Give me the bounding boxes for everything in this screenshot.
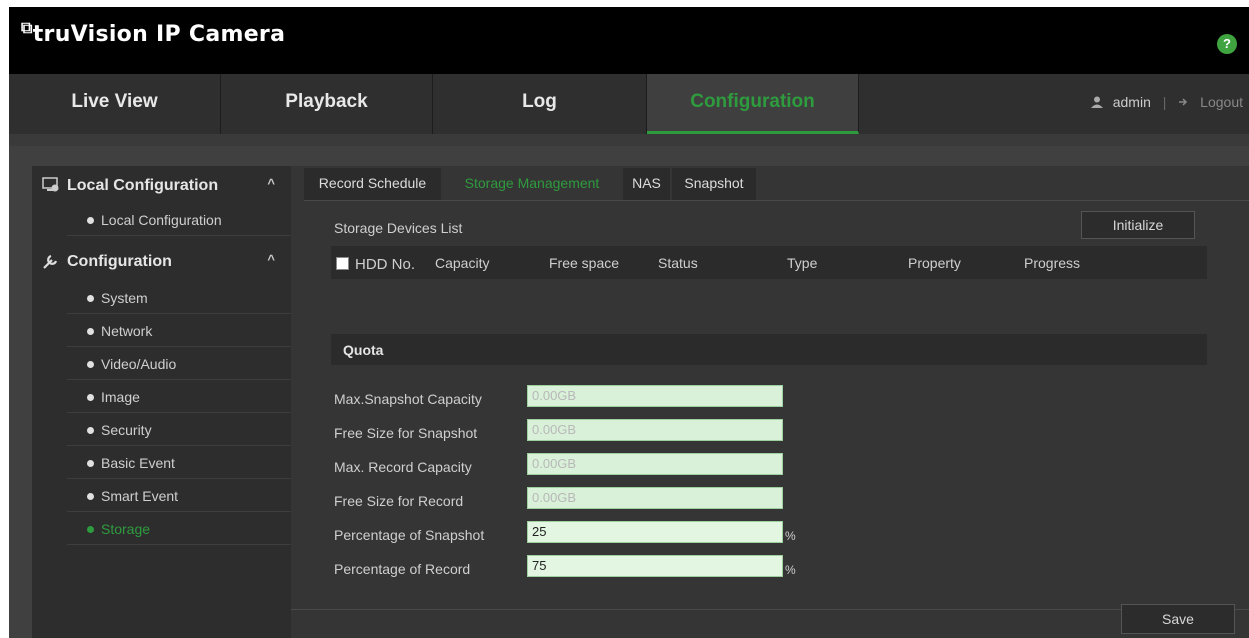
select-all-checkbox[interactable]	[336, 257, 349, 270]
user-icon	[1090, 96, 1103, 108]
bullet-icon	[87, 361, 94, 368]
collapse-caret-icon[interactable]: ^	[267, 176, 275, 191]
sidebar-section-configuration[interactable]: Configuration ^	[32, 242, 291, 280]
user-separator: |	[1162, 94, 1167, 110]
nav-tab-configuration[interactable]: Configuration	[647, 74, 859, 134]
max-record-capacity-field: 0.00GB	[527, 453, 783, 475]
top-header: ⧉truVision IP Camera ?	[9, 7, 1249, 74]
sidebar-item-label: Storage	[101, 521, 151, 537]
collapse-caret-icon[interactable]: ^	[267, 252, 275, 267]
sidebar-item-storage[interactable]: Storage	[67, 513, 291, 545]
bullet-icon	[87, 217, 94, 224]
max-snapshot-capacity-field: 0.00GB	[527, 385, 783, 407]
col-progress: Progress	[1024, 255, 1081, 271]
free-size-snapshot-label: Free Size for Snapshot	[334, 425, 478, 441]
brand-logo: ⧉truVision IP Camera	[21, 18, 286, 47]
storage-table-header: HDD No. Capacity Free space Status Type …	[331, 246, 1207, 279]
sidebar-item-system[interactable]: System	[67, 282, 291, 314]
percentage-record-input[interactable]: 75	[527, 555, 783, 577]
nav-tab-log[interactable]: Log	[433, 74, 647, 134]
sidebar-section-label: Local Configuration	[67, 177, 219, 194]
logout-link[interactable]: Logout	[1200, 94, 1243, 110]
tab-storage-management[interactable]: Storage Management	[443, 168, 621, 200]
bullet-icon	[87, 295, 94, 302]
bullet-icon	[87, 394, 94, 401]
initialize-button[interactable]: Initialize	[1081, 211, 1195, 239]
brand-logo-mark: ⧉	[21, 18, 33, 37]
main-nav: Live View Playback Log Configuration adm…	[9, 74, 1249, 134]
sidebar-item-network[interactable]: Network	[67, 315, 291, 347]
sidebar-item-label: Image	[101, 389, 140, 405]
col-type: Type	[787, 255, 818, 271]
free-size-record-label: Free Size for Record	[334, 493, 464, 509]
tab-snapshot[interactable]: Snapshot	[672, 168, 756, 200]
quota-title: Quota	[343, 342, 384, 358]
max-snapshot-capacity-label: Max.Snapshot Capacity	[334, 391, 482, 407]
sidebar-item-label: Security	[101, 422, 152, 438]
sidebar-item-label: Local Configuration	[101, 212, 222, 228]
free-size-snapshot-field: 0.00GB	[527, 419, 783, 441]
save-button[interactable]: Save	[1121, 604, 1235, 634]
user-area: admin | Logout	[1090, 94, 1243, 110]
quota-section-header: Quota	[331, 334, 1207, 365]
bullet-icon	[87, 328, 94, 335]
sidebar-item-video-audio[interactable]: Video/Audio	[67, 348, 291, 380]
wrench-icon	[43, 254, 58, 269]
percentage-record-label: Percentage of Record	[334, 561, 471, 577]
monitor-gear-icon	[42, 177, 59, 192]
sidebar-item-label: System	[101, 290, 148, 306]
col-free-space: Free space	[549, 255, 620, 271]
storage-devices-title: Storage Devices List	[334, 220, 463, 236]
percentage-snapshot-label: Percentage of Snapshot	[334, 527, 485, 543]
sidebar-item-label: Smart Event	[101, 488, 179, 504]
sidebar-item-local-configuration[interactable]: Local Configuration	[67, 204, 291, 236]
sidebar-item-label: Network	[101, 323, 153, 339]
header-strip	[9, 134, 1249, 146]
sidebar-item-basic-event[interactable]: Basic Event	[67, 447, 291, 479]
bullet-icon	[87, 493, 94, 500]
percentage-record-unit: %	[785, 563, 796, 577]
tab-record-schedule[interactable]: Record Schedule	[304, 168, 441, 200]
sidebar-item-label: Video/Audio	[101, 356, 177, 372]
tab-divider	[304, 200, 1249, 201]
max-record-capacity-label: Max. Record Capacity	[334, 459, 472, 475]
percentage-snapshot-unit: %	[785, 529, 796, 543]
content-divider	[291, 609, 1249, 610]
sidebar-item-smart-event[interactable]: Smart Event	[67, 480, 291, 512]
sidebar-section-label: Configuration	[67, 253, 172, 270]
col-capacity: Capacity	[435, 255, 490, 271]
username: admin	[1112, 94, 1151, 110]
brand-name: truVision IP Camera	[32, 22, 286, 47]
bullet-icon	[87, 460, 94, 467]
bullet-icon	[87, 526, 94, 533]
percentage-snapshot-input[interactable]: 25	[527, 521, 783, 543]
nav-tab-live-view[interactable]: Live View	[9, 74, 221, 134]
help-icon[interactable]: ?	[1217, 34, 1237, 54]
sidebar-item-security[interactable]: Security	[67, 414, 291, 446]
sidebar-item-image[interactable]: Image	[67, 381, 291, 413]
sidebar: Local Configuration ^ Local Configuratio…	[32, 166, 291, 638]
sidebar-section-local-configuration[interactable]: Local Configuration ^	[32, 166, 291, 204]
content-panel: Record Schedule Storage Management NAS S…	[291, 166, 1249, 638]
bullet-icon	[87, 427, 94, 434]
col-property: Property	[908, 255, 961, 271]
logout-icon[interactable]	[1178, 96, 1190, 108]
col-status: Status	[658, 255, 698, 271]
free-size-record-field: 0.00GB	[527, 487, 783, 509]
sidebar-item-label: Basic Event	[101, 455, 175, 471]
nav-tab-playback[interactable]: Playback	[221, 74, 433, 134]
main-area: Local Configuration ^ Local Configuratio…	[9, 146, 1249, 638]
tab-nas[interactable]: NAS	[623, 168, 670, 200]
col-hdd-no: HDD No.	[355, 256, 416, 273]
